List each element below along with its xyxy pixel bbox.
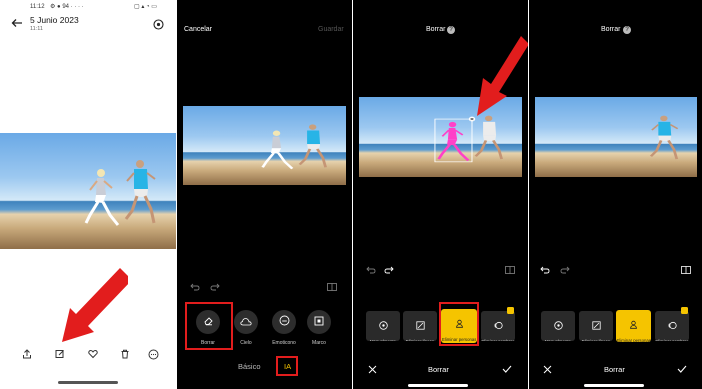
- highlight-box-eraser: [185, 302, 233, 350]
- target-icon: [378, 317, 388, 335]
- beach-runners-photo[interactable]: [0, 133, 176, 249]
- person-icon: [629, 316, 638, 334]
- status-time: 11:12: [30, 4, 45, 10]
- frame-icon: [314, 313, 324, 331]
- shadow-icon: [494, 317, 503, 335]
- result-photo[interactable]: [535, 97, 697, 177]
- home-indicator: [584, 384, 644, 387]
- check-icon[interactable]: [676, 363, 688, 375]
- redo-icon[interactable]: [209, 282, 221, 292]
- page-title: Borrar: [601, 26, 621, 33]
- chip-remove-shadows[interactable]: Eliminar sombras: [655, 311, 689, 341]
- chip-manual-label: Manualmente: [541, 339, 575, 341]
- chip-remove-lines[interactable]: Eliminar líneas: [403, 311, 437, 341]
- new-badge: [507, 307, 514, 314]
- cloud-icon: [240, 313, 252, 331]
- chip-remove-lines-label: Eliminar líneas: [579, 339, 613, 341]
- check-icon[interactable]: [501, 363, 513, 375]
- erase-result-panel: Borrar ? Manualmente Eliminar líneas Eli…: [529, 0, 702, 389]
- redo-icon[interactable]: [383, 265, 395, 275]
- chip-remove-shadows-label: Eliminar sombras: [481, 339, 515, 341]
- share-icon[interactable]: [20, 347, 34, 361]
- lens-icon[interactable]: [151, 17, 165, 31]
- photo-date-title: 5 Junio 2023: [30, 15, 79, 25]
- chip-manual[interactable]: Manualmente: [366, 311, 400, 341]
- highlight-box-remove-people: [439, 302, 479, 346]
- status-battery-icons: ▢ ▴ ◔ ▭: [134, 4, 157, 10]
- tab-basic[interactable]: Básico: [238, 362, 261, 371]
- chip-manual[interactable]: Manualmente: [541, 311, 575, 341]
- redo-icon[interactable]: [559, 265, 571, 275]
- editor-tools-panel: Cancelar Guardar Borrar Cielo Emoticono …: [177, 0, 352, 389]
- trash-icon[interactable]: [118, 347, 132, 361]
- erase-people-panel: Borrar ? Eliminar personas Borrar: [353, 0, 528, 389]
- compare-icon[interactable]: [504, 265, 516, 275]
- compare-icon[interactable]: [680, 265, 692, 275]
- cancel-button[interactable]: Cancelar: [184, 26, 212, 33]
- home-indicator: [408, 384, 468, 387]
- save-button[interactable]: Guardar: [318, 26, 344, 33]
- home-indicator: [58, 381, 118, 384]
- status-icons: ⚙ ● 94 · · · ·: [50, 4, 84, 10]
- close-icon[interactable]: [366, 363, 378, 375]
- target-icon: [553, 317, 563, 335]
- emoji-tool-button[interactable]: [272, 310, 296, 334]
- compare-icon[interactable]: [326, 282, 338, 292]
- gallery-photo-view: 11:12 ⚙ ● 94 · · · · ▢ ▴ ◔ ▭ 5 Junio 202…: [0, 0, 176, 389]
- tool-label-cielo: Cielo: [240, 340, 252, 346]
- tool-label-emoticono: Emoticono: [272, 340, 296, 346]
- chip-manual-label: Manualmente: [366, 339, 400, 341]
- shadow-icon: [668, 317, 677, 335]
- heart-icon[interactable]: [86, 347, 100, 361]
- bottom-title: Borrar: [604, 365, 625, 374]
- help-icon[interactable]: ?: [623, 26, 631, 34]
- help-icon[interactable]: ?: [447, 26, 455, 34]
- chip-remove-people[interactable]: Eliminar personas: [616, 310, 651, 342]
- bottom-title: Borrar: [428, 365, 449, 374]
- annotation-arrow: [62, 268, 128, 342]
- sky-tool-button[interactable]: [234, 310, 258, 334]
- chip-remove-lines-label: Eliminar líneas: [403, 339, 437, 341]
- page-title: Borrar: [426, 26, 446, 33]
- frame-tool-button[interactable]: [307, 310, 331, 334]
- more-icon[interactable]: [146, 347, 160, 361]
- chip-remove-shadows-label: Eliminar sombras: [655, 339, 689, 341]
- undo-icon[interactable]: [189, 282, 201, 292]
- line-erase-icon: [415, 317, 425, 335]
- chip-remove-people-label: Eliminar personas: [616, 338, 651, 342]
- undo-icon[interactable]: [539, 265, 551, 275]
- undo-icon[interactable]: [365, 265, 377, 275]
- new-badge: [681, 307, 688, 314]
- back-arrow-icon[interactable]: [10, 17, 24, 29]
- photo-time-subtitle: 11:11: [30, 26, 43, 32]
- editor-photo[interactable]: [183, 106, 346, 185]
- tool-label-marco: Marco: [312, 340, 326, 346]
- emoji-icon: [279, 313, 290, 331]
- close-icon[interactable]: [541, 363, 553, 375]
- line-erase-icon: [591, 317, 601, 335]
- edit-icon[interactable]: [53, 347, 67, 361]
- highlight-box-ai-tab: [276, 356, 298, 376]
- annotation-arrow: [477, 36, 528, 116]
- chip-remove-shadows[interactable]: Eliminar sombras: [481, 311, 515, 341]
- chip-remove-lines[interactable]: Eliminar líneas: [579, 311, 613, 341]
